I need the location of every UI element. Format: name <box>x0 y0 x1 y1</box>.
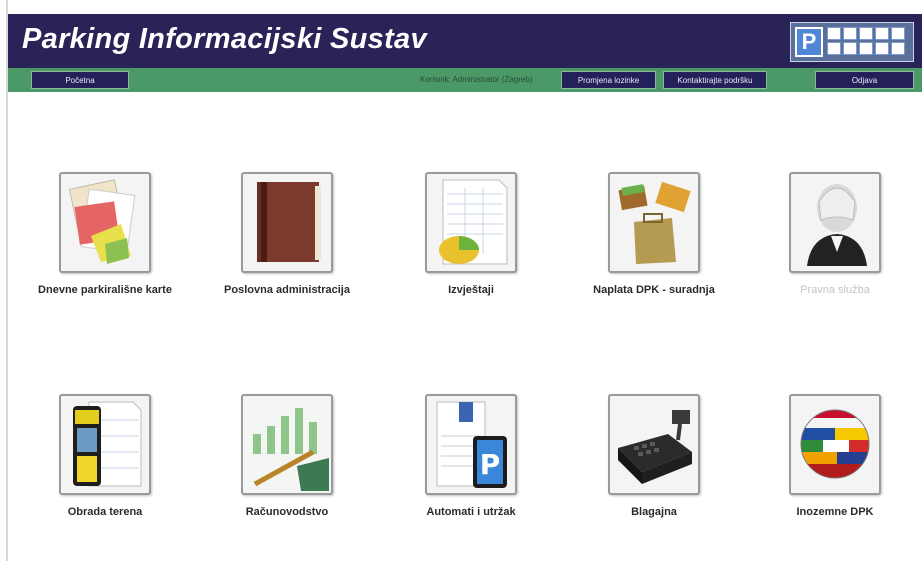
logout-button[interactable]: Odjava <box>815 71 914 89</box>
svg-text:P: P <box>480 448 501 481</box>
app-logo: P <box>790 22 914 62</box>
wallet-bag-icon <box>608 172 700 273</box>
parking-tickets-icon <box>59 172 151 273</box>
tile-label: Računovodstvo <box>245 506 329 518</box>
logo-grid-icon <box>827 27 909 57</box>
logo-letter: P <box>795 27 823 57</box>
tile-label: Automati i utržak <box>426 506 516 518</box>
tile-label: Inozemne DPK <box>796 506 874 518</box>
home-button[interactable]: Početna <box>31 71 129 89</box>
tile-label: Naplata DPK - suradnja <box>593 284 715 296</box>
book-icon <box>241 172 333 273</box>
tile-label: Poslovna administracija <box>224 284 350 296</box>
logged-in-user-text: Korisnik: Administrator (Zagreb) <box>420 75 533 84</box>
globe-flags-icon <box>789 394 881 495</box>
tile-label: Dnevne parkirališne karte <box>38 284 172 296</box>
app-title: Parking Informacijski Sustav <box>22 23 427 55</box>
tile-label: Obrada terena <box>67 506 143 518</box>
change-password-button[interactable]: Promjena lozinke <box>561 71 656 89</box>
tile-label: Pravna služba <box>800 284 870 296</box>
parking-meter-icon: P <box>425 394 517 495</box>
tile-label: Izvještaji <box>448 284 494 296</box>
legal-person-icon <box>789 172 881 273</box>
accounting-chart-icon <box>241 394 333 495</box>
tile-label: Blagajna <box>631 506 677 518</box>
contact-support-button[interactable]: Kontaktirajte podršku <box>663 71 767 89</box>
report-chart-icon <box>425 172 517 273</box>
cash-register-icon <box>608 394 700 495</box>
handheld-terminal-icon <box>59 394 151 495</box>
